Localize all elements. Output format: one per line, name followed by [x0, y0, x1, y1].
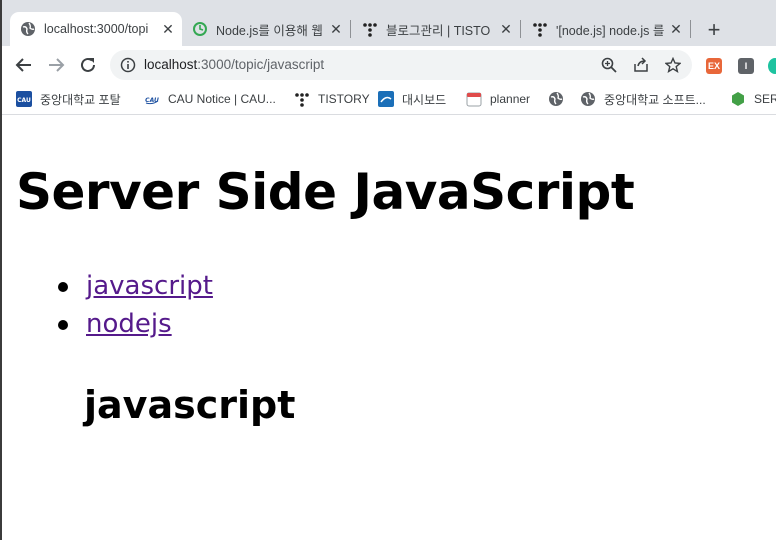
bullet-icon [58, 320, 68, 330]
bookmark-serv[interactable]: SERV [730, 89, 776, 109]
link-nodejs[interactable]: nodejs [86, 309, 172, 339]
node-icon [730, 91, 746, 107]
tistory-icon [294, 91, 310, 107]
topic-heading: javascript [84, 383, 296, 427]
globe-icon [548, 91, 564, 107]
bookmark-cau-notice[interactable]: CAU CAU Notice | CAU... [144, 89, 276, 109]
cau-icon: CAU [16, 91, 32, 107]
bookmark-cau-software[interactable]: 중앙대학교 소프트... [580, 89, 706, 109]
tistory-icon [532, 21, 548, 37]
bookmark-label: 중앙대학교 포탈 [40, 92, 121, 107]
tab-nodejs-guide[interactable]: Node.js를 이용해 웹 ✕ [182, 12, 350, 46]
reload-icon [81, 57, 95, 72]
cau-icon [378, 91, 394, 107]
list-item: nodejs [58, 305, 213, 343]
tab-strip: localhost:3000/topi ✕ Node.js를 이용해 웹 ✕ 블… [2, 0, 776, 46]
bookmark-label: planner [490, 92, 531, 106]
tab-separator [520, 20, 521, 38]
close-icon[interactable]: ✕ [160, 21, 176, 37]
tab-title: '[node.js] node.js 를 [556, 23, 664, 38]
page-content: Server Side JavaScript javascript nodejs… [2, 115, 776, 540]
close-icon[interactable]: ✕ [498, 21, 514, 37]
page-title: Server Side JavaScript [16, 163, 635, 221]
toolbar: localhost:3000/topic/javascript EX I [2, 46, 776, 84]
list-item: javascript [58, 267, 213, 305]
bookmark-label: TISTORY [318, 92, 370, 106]
ex-extension-icon[interactable]: EX [706, 58, 722, 74]
forward-arrow-icon [49, 58, 65, 72]
info-icon[interactable] [120, 57, 136, 73]
calendar-icon [466, 91, 482, 107]
share-icon[interactable] [632, 56, 650, 74]
bookmark-dashboard[interactable]: 대시보드 [378, 89, 446, 109]
close-icon[interactable]: ✕ [668, 21, 684, 37]
tistory-icon [362, 21, 378, 37]
tab-separator [350, 20, 351, 38]
bookmark-label: CAU Notice | CAU... [168, 92, 276, 106]
bookmark-tistory[interactable]: TISTORY [294, 89, 370, 109]
url-path: :3000/topic/javascript [197, 57, 325, 72]
bookmark-planner[interactable]: planner [466, 89, 530, 109]
bookmark-globe[interactable] [548, 89, 572, 109]
globe-icon [20, 21, 36, 37]
bookmarks-bar: CAU 중앙대학교 포탈 CAU CAU Notice | CAU... TIS… [2, 84, 776, 115]
url-host: localhost [144, 57, 198, 72]
i-extension-icon[interactable]: I [738, 58, 754, 74]
bullet-icon [58, 282, 68, 292]
tab-title: 블로그관리 | TISTO [386, 23, 491, 38]
back-button[interactable] [12, 53, 36, 77]
topic-list: javascript nodejs [58, 267, 213, 343]
tab-localhost[interactable]: localhost:3000/topi ✕ [10, 12, 182, 46]
tab-nodejs-post[interactable]: '[node.js] node.js 를 ✕ [522, 12, 690, 46]
zoom-icon[interactable] [600, 56, 618, 74]
bookmark-cau-portal[interactable]: CAU 중앙대학교 포탈 [16, 89, 121, 109]
link-javascript[interactable]: javascript [86, 271, 213, 301]
tab-title: Node.js를 이용해 웹 [216, 23, 323, 38]
bookmark-label: SERV [754, 92, 776, 106]
bookmark-label: 중앙대학교 소프트... [604, 92, 706, 107]
bookmark-star-icon[interactable] [664, 56, 682, 74]
green-circle-icon [192, 21, 208, 37]
tab-separator [690, 20, 691, 38]
globe-icon [580, 91, 596, 107]
back-arrow-icon [15, 58, 31, 72]
cau-logo-icon: CAU [144, 91, 160, 107]
url-text[interactable]: localhost:3000/topic/javascript [144, 57, 324, 72]
bookmark-label: 대시보드 [402, 92, 447, 107]
new-tab-button[interactable]: + [702, 17, 726, 42]
close-icon[interactable]: ✕ [328, 21, 344, 37]
tab-title: localhost:3000/topi [44, 22, 149, 36]
svg-text:CAU: CAU [17, 97, 31, 104]
address-bar[interactable]: localhost:3000/topic/javascript [110, 50, 692, 80]
tab-blog-admin[interactable]: 블로그관리 | TISTO ✕ [352, 12, 520, 46]
reload-button[interactable] [76, 53, 100, 77]
green-extension-icon[interactable] [768, 58, 776, 74]
forward-button[interactable] [44, 53, 68, 77]
